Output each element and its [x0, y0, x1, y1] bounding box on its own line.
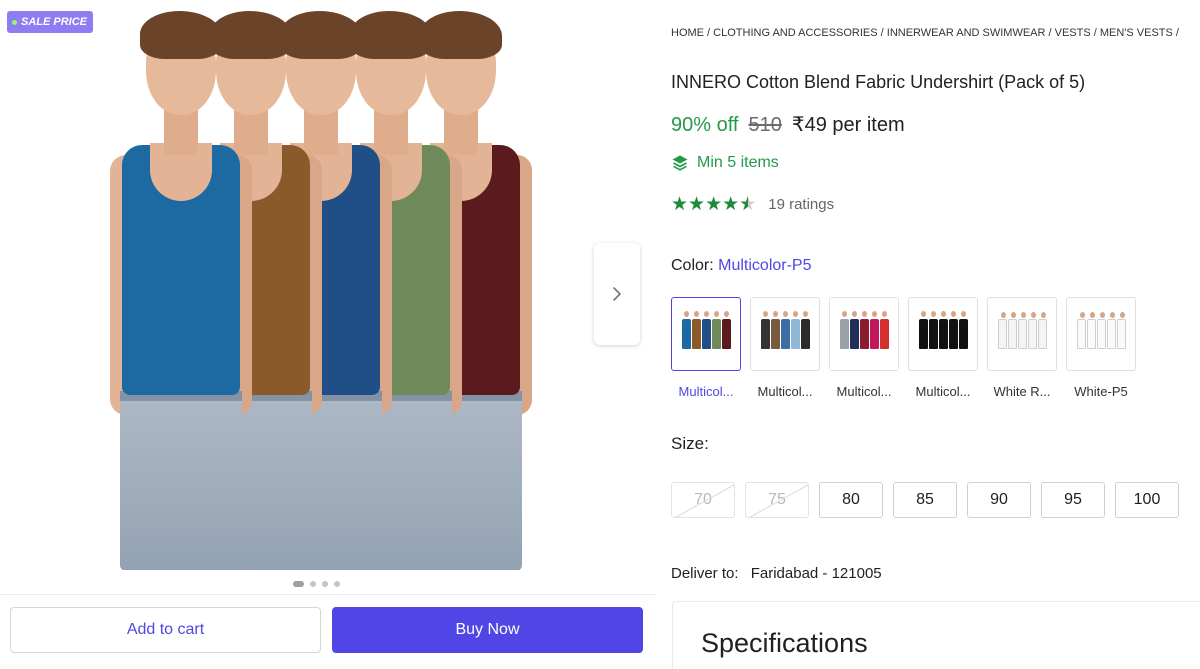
color-thumbnail: [671, 297, 741, 371]
pagination-dot[interactable]: [293, 581, 304, 587]
color-option[interactable]: Multicol...: [750, 297, 820, 399]
color-option[interactable]: Multicol...: [829, 297, 899, 399]
discount-percent: 90% off: [671, 114, 739, 136]
color-options: Multicol... Multicol... Multicol... Multico…: [671, 297, 1136, 399]
product-details: HOME / CLOTHING AND ACCESSORIES / INNERW…: [671, 0, 1200, 669]
color-option-label: Multicol...: [757, 384, 813, 399]
size-option[interactable]: 75: [745, 482, 809, 518]
color-option[interactable]: Multicol...: [908, 297, 978, 399]
size-label: Size:: [671, 434, 709, 453]
sale-badge-label: SALE PRICE: [21, 16, 88, 28]
color-option-label: White-P5: [1074, 384, 1128, 399]
specifications-title: Specifications: [701, 628, 868, 658]
price-row: 90% off 510 ₹49 per item: [671, 112, 905, 137]
delivery-row[interactable]: Deliver to: Faridabad - 121005: [671, 565, 882, 582]
badge-dot-icon: [12, 19, 17, 25]
star-icon: ★★: [739, 194, 757, 215]
color-thumbnail: [1066, 297, 1136, 371]
color-option-label: Multicol...: [915, 384, 971, 399]
sale-badge: SALE PRICE: [7, 11, 94, 33]
size-option[interactable]: 100: [1115, 482, 1179, 518]
color-option[interactable]: Multicol...: [671, 297, 741, 399]
color-option-label: White R...: [993, 384, 1051, 399]
product-gallery: SALE PRICE Add to cart Buy Now: [0, 0, 655, 669]
specifications-card: Specifications: [672, 601, 1200, 669]
size-option[interactable]: 85: [893, 482, 957, 518]
sale-price: ₹49 per item: [791, 114, 905, 136]
product-image[interactable]: [110, 5, 532, 570]
star-rating: ★★★★★★: [671, 193, 756, 216]
rating-row[interactable]: ★★★★★★ 19 ratings: [671, 193, 834, 216]
add-to-cart-button[interactable]: Add to cart: [10, 607, 321, 653]
pagination-dot[interactable]: [310, 581, 316, 587]
delivery-location: Faridabad - 121005: [750, 565, 882, 582]
original-price: 510: [748, 114, 782, 136]
product-title: INNERO Cotton Blend Fabric Undershirt (P…: [671, 72, 1086, 92]
size-option[interactable]: 70: [671, 482, 735, 518]
breadcrumb[interactable]: HOME / CLOTHING AND ACCESSORIES / INNERW…: [671, 27, 1179, 39]
star-icon: ★: [688, 194, 706, 215]
color-option-label: Multicol...: [678, 384, 734, 399]
star-icon: ★: [722, 194, 740, 215]
color-thumbnail: [987, 297, 1057, 371]
chevron-right-icon: [613, 287, 621, 301]
delivery-label: Deliver to:: [671, 565, 739, 582]
size-option[interactable]: 80: [819, 482, 883, 518]
min-items-label: Min 5 items: [697, 154, 779, 171]
selected-color: Multicolor-P5: [718, 257, 812, 274]
size-option[interactable]: 95: [1041, 482, 1105, 518]
star-icon: ★: [671, 194, 689, 215]
star-icon: ★: [705, 194, 723, 215]
color-thumbnail: [908, 297, 978, 371]
color-option[interactable]: White R...: [987, 297, 1057, 399]
pagination-dot[interactable]: [334, 581, 340, 587]
color-thumbnail: [750, 297, 820, 371]
color-label-text: Color:: [671, 257, 714, 274]
size-option[interactable]: 90: [967, 482, 1031, 518]
next-image-button[interactable]: [594, 243, 640, 345]
color-label: Color: Multicolor-P5: [671, 257, 812, 275]
color-option-label: Multicol...: [836, 384, 892, 399]
model-figure: [110, 5, 252, 570]
image-pagination: [293, 581, 340, 587]
min-items-note: Min 5 items: [671, 154, 779, 172]
layers-icon: [672, 155, 688, 171]
size-options: 70 75 80 85 90 95 100: [671, 482, 1179, 518]
buy-now-button[interactable]: Buy Now: [332, 607, 643, 653]
action-bar: Add to cart Buy Now: [0, 594, 655, 664]
color-option[interactable]: White-P5: [1066, 297, 1136, 399]
color-thumbnail: [829, 297, 899, 371]
pagination-dot[interactable]: [322, 581, 328, 587]
ratings-count: 19 ratings: [768, 196, 835, 213]
